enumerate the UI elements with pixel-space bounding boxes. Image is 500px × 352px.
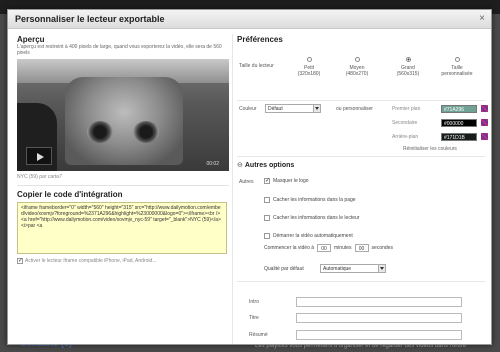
summary-input[interactable] — [296, 330, 462, 340]
hide-info-page-checkbox[interactable] — [264, 197, 270, 203]
title-input[interactable] — [296, 313, 462, 323]
preview-column: Aperçu L'aperçu est restreint à 400 pixe… — [17, 35, 229, 264]
hide-info-page-option[interactable]: Cacher les informations dans la page — [264, 197, 356, 203]
video-time: 00:02 — [206, 161, 219, 167]
summary-label: Résumé — [249, 332, 268, 338]
video-author[interactable]: par carta7 — [39, 174, 62, 180]
hide-info-player-option[interactable]: Cacher les informations dans le lecteur — [264, 215, 359, 221]
start-at-row: Commencer la vidéo à 00 minutes 00 secon… — [264, 244, 393, 252]
settings-column: Préférences Taille du lecteur Petit (320… — [237, 35, 488, 344]
background-color-input[interactable]: #171D1B — [441, 133, 477, 141]
size-radio-medium[interactable] — [354, 57, 360, 62]
column-divider — [232, 34, 233, 344]
hide-logo-option[interactable]: Masquer le logo — [264, 177, 309, 184]
video-preview[interactable]: 00:02 — [17, 59, 229, 171]
customize-player-dialog: Personnaliser le lecteur exportable × Ap… — [7, 9, 492, 345]
dialog-title: Personnaliser le lecteur exportable — [15, 14, 165, 24]
color-label: Couleur — [239, 106, 257, 112]
size-radio-custom[interactable] — [454, 57, 460, 62]
preview-heading: Aperçu — [17, 35, 45, 44]
iframe-checkbox[interactable] — [17, 257, 23, 264]
color-picker-icon[interactable] — [481, 105, 488, 112]
chevron-down-icon — [378, 265, 385, 272]
video-caption: NYC (59) par carta7 — [17, 174, 229, 180]
video-title[interactable]: NYC (59) — [17, 174, 38, 180]
play-icon[interactable] — [26, 147, 52, 165]
preview-note: L'aperçu est restreint à 400 pixels de l… — [17, 44, 222, 56]
embed-code-textarea[interactable]: <iframe frameborder="0" width="560" heig… — [17, 202, 227, 254]
intro-input[interactable] — [296, 297, 462, 307]
color-picker-icon[interactable] — [481, 119, 488, 126]
intro-label: Intro — [249, 299, 260, 305]
size-option-large[interactable]: Grand (560x315) — [391, 57, 425, 77]
size-option-small[interactable]: Petit (320x180) — [292, 57, 326, 77]
secondary-color-input[interactable]: #000000 — [441, 119, 477, 127]
or-customize-label: ou personnaliser — [336, 106, 373, 112]
minutes-label: minutes — [334, 245, 352, 251]
other-options-toggle[interactable]: ⊖ Autres options — [237, 161, 295, 170]
hide-info-player-checkbox[interactable] — [264, 215, 270, 221]
seconds-label: secondes — [371, 245, 393, 251]
minutes-input[interactable]: 00 — [317, 244, 332, 252]
embed-heading: Copier le code d'intégration — [17, 190, 123, 199]
foreground-label: Premier plan — [392, 106, 421, 112]
dialog-header: Personnaliser le lecteur exportable × — [8, 10, 491, 29]
binocular-image — [65, 77, 183, 165]
size-option-medium[interactable]: Moyen (480x270) — [340, 57, 374, 77]
player-size-label: Taille du lecteur — [239, 63, 274, 69]
hide-logo-checkbox[interactable] — [264, 177, 270, 184]
chevron-down-icon — [313, 105, 320, 112]
preferences-heading: Préférences — [237, 35, 283, 44]
color-picker-icon[interactable] — [481, 133, 488, 140]
background-label: Arrière-plan — [392, 134, 419, 140]
seconds-input[interactable]: 00 — [354, 244, 369, 252]
size-radio-small[interactable] — [306, 57, 312, 62]
autostart-option[interactable]: Démarrer la vidéo automatiquement — [264, 233, 353, 239]
close-icon[interactable]: × — [479, 13, 485, 24]
title-label: Titre — [249, 315, 259, 321]
quality-label: Qualité par défaut — [264, 266, 304, 272]
size-option-custom[interactable]: Taille personnalisée — [440, 57, 474, 77]
iframe-option-label: Activer le lecteur iframe compatible iPh… — [25, 258, 157, 264]
start-at-label: Commencer la vidéo à — [264, 245, 315, 251]
other-options-heading: Autres options — [244, 161, 295, 169]
collapse-icon: ⊖ — [237, 162, 243, 169]
secondary-label: Secondaire — [392, 120, 418, 126]
size-radio-large[interactable] — [405, 57, 411, 62]
quality-select[interactable]: Automatique — [320, 264, 386, 273]
iframe-option[interactable]: Activer le lecteur iframe compatible iPh… — [17, 257, 229, 264]
autostart-checkbox[interactable] — [264, 233, 270, 239]
reset-colors-link[interactable]: Réinitialiser les couleurs — [403, 146, 457, 152]
others-label: Autres — [239, 179, 254, 185]
color-select[interactable]: Défaut — [265, 104, 321, 113]
foreground-color-input[interactable]: #71A296 — [441, 105, 477, 113]
